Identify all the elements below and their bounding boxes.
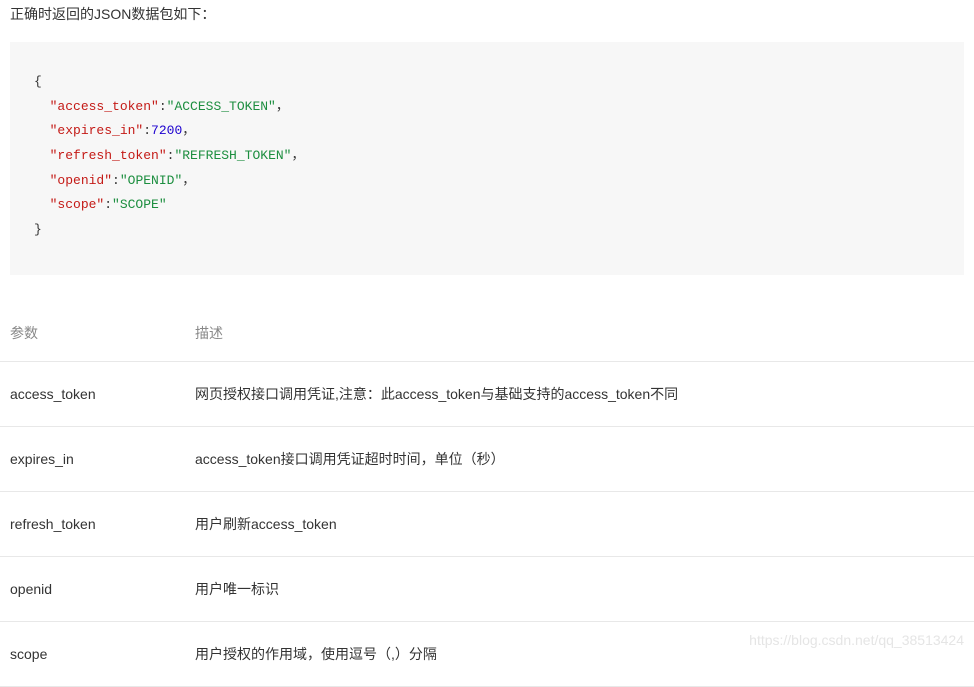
desc-cell: 用户唯一标识: [185, 556, 974, 621]
json-value: "OPENID": [120, 173, 182, 188]
json-code-block: { "access_token":"ACCESS_TOKEN"， "expire…: [10, 42, 964, 275]
json-key: "openid": [50, 173, 112, 188]
param-cell: expires_in: [0, 426, 185, 491]
desc-cell: 网页授权接口调用凭证,注意：此access_token与基础支持的access_…: [185, 361, 974, 426]
header-param: 参数: [0, 305, 185, 362]
brace-open: {: [34, 74, 42, 89]
json-key: "access_token": [50, 99, 159, 114]
table-row: refresh_token用户刷新access_token: [0, 491, 974, 556]
json-colon: :: [104, 197, 112, 212]
json-value: "SCOPE": [112, 197, 167, 212]
json-colon: :: [112, 173, 120, 188]
table-row: openid用户唯一标识: [0, 556, 974, 621]
intro-text: 正确时返回的JSON数据包如下：: [0, 0, 974, 42]
brace-close: }: [34, 222, 42, 237]
json-key: "scope": [50, 197, 105, 212]
param-cell: scope: [0, 621, 185, 686]
param-cell: refresh_token: [0, 491, 185, 556]
desc-cell: 用户授权的作用域，使用逗号（,）分隔: [185, 621, 974, 686]
desc-cell: 用户刷新access_token: [185, 491, 974, 556]
json-key: "expires_in": [50, 123, 144, 138]
param-cell: access_token: [0, 361, 185, 426]
table-header-row: 参数 描述: [0, 305, 974, 362]
header-desc: 描述: [185, 305, 974, 362]
json-colon: :: [143, 123, 151, 138]
table-row: scope用户授权的作用域，使用逗号（,）分隔: [0, 621, 974, 686]
table-row: expires_inaccess_token接口调用凭证超时时间，单位（秒）: [0, 426, 974, 491]
table-row: access_token网页授权接口调用凭证,注意：此access_token与…: [0, 361, 974, 426]
json-value: 7200: [151, 123, 182, 138]
desc-cell: access_token接口调用凭证超时时间，单位（秒）: [185, 426, 974, 491]
json-comma: ，: [291, 148, 304, 163]
json-colon: :: [159, 99, 167, 114]
json-comma: ，: [182, 173, 195, 188]
json-comma: ，: [276, 99, 289, 114]
json-value: "REFRESH_TOKEN": [174, 148, 291, 163]
param-cell: openid: [0, 556, 185, 621]
json-comma: ，: [182, 123, 195, 138]
json-key: "refresh_token": [50, 148, 167, 163]
json-value: "ACCESS_TOKEN": [167, 99, 276, 114]
params-table: 参数 描述 access_token网页授权接口调用凭证,注意：此access_…: [0, 305, 974, 687]
